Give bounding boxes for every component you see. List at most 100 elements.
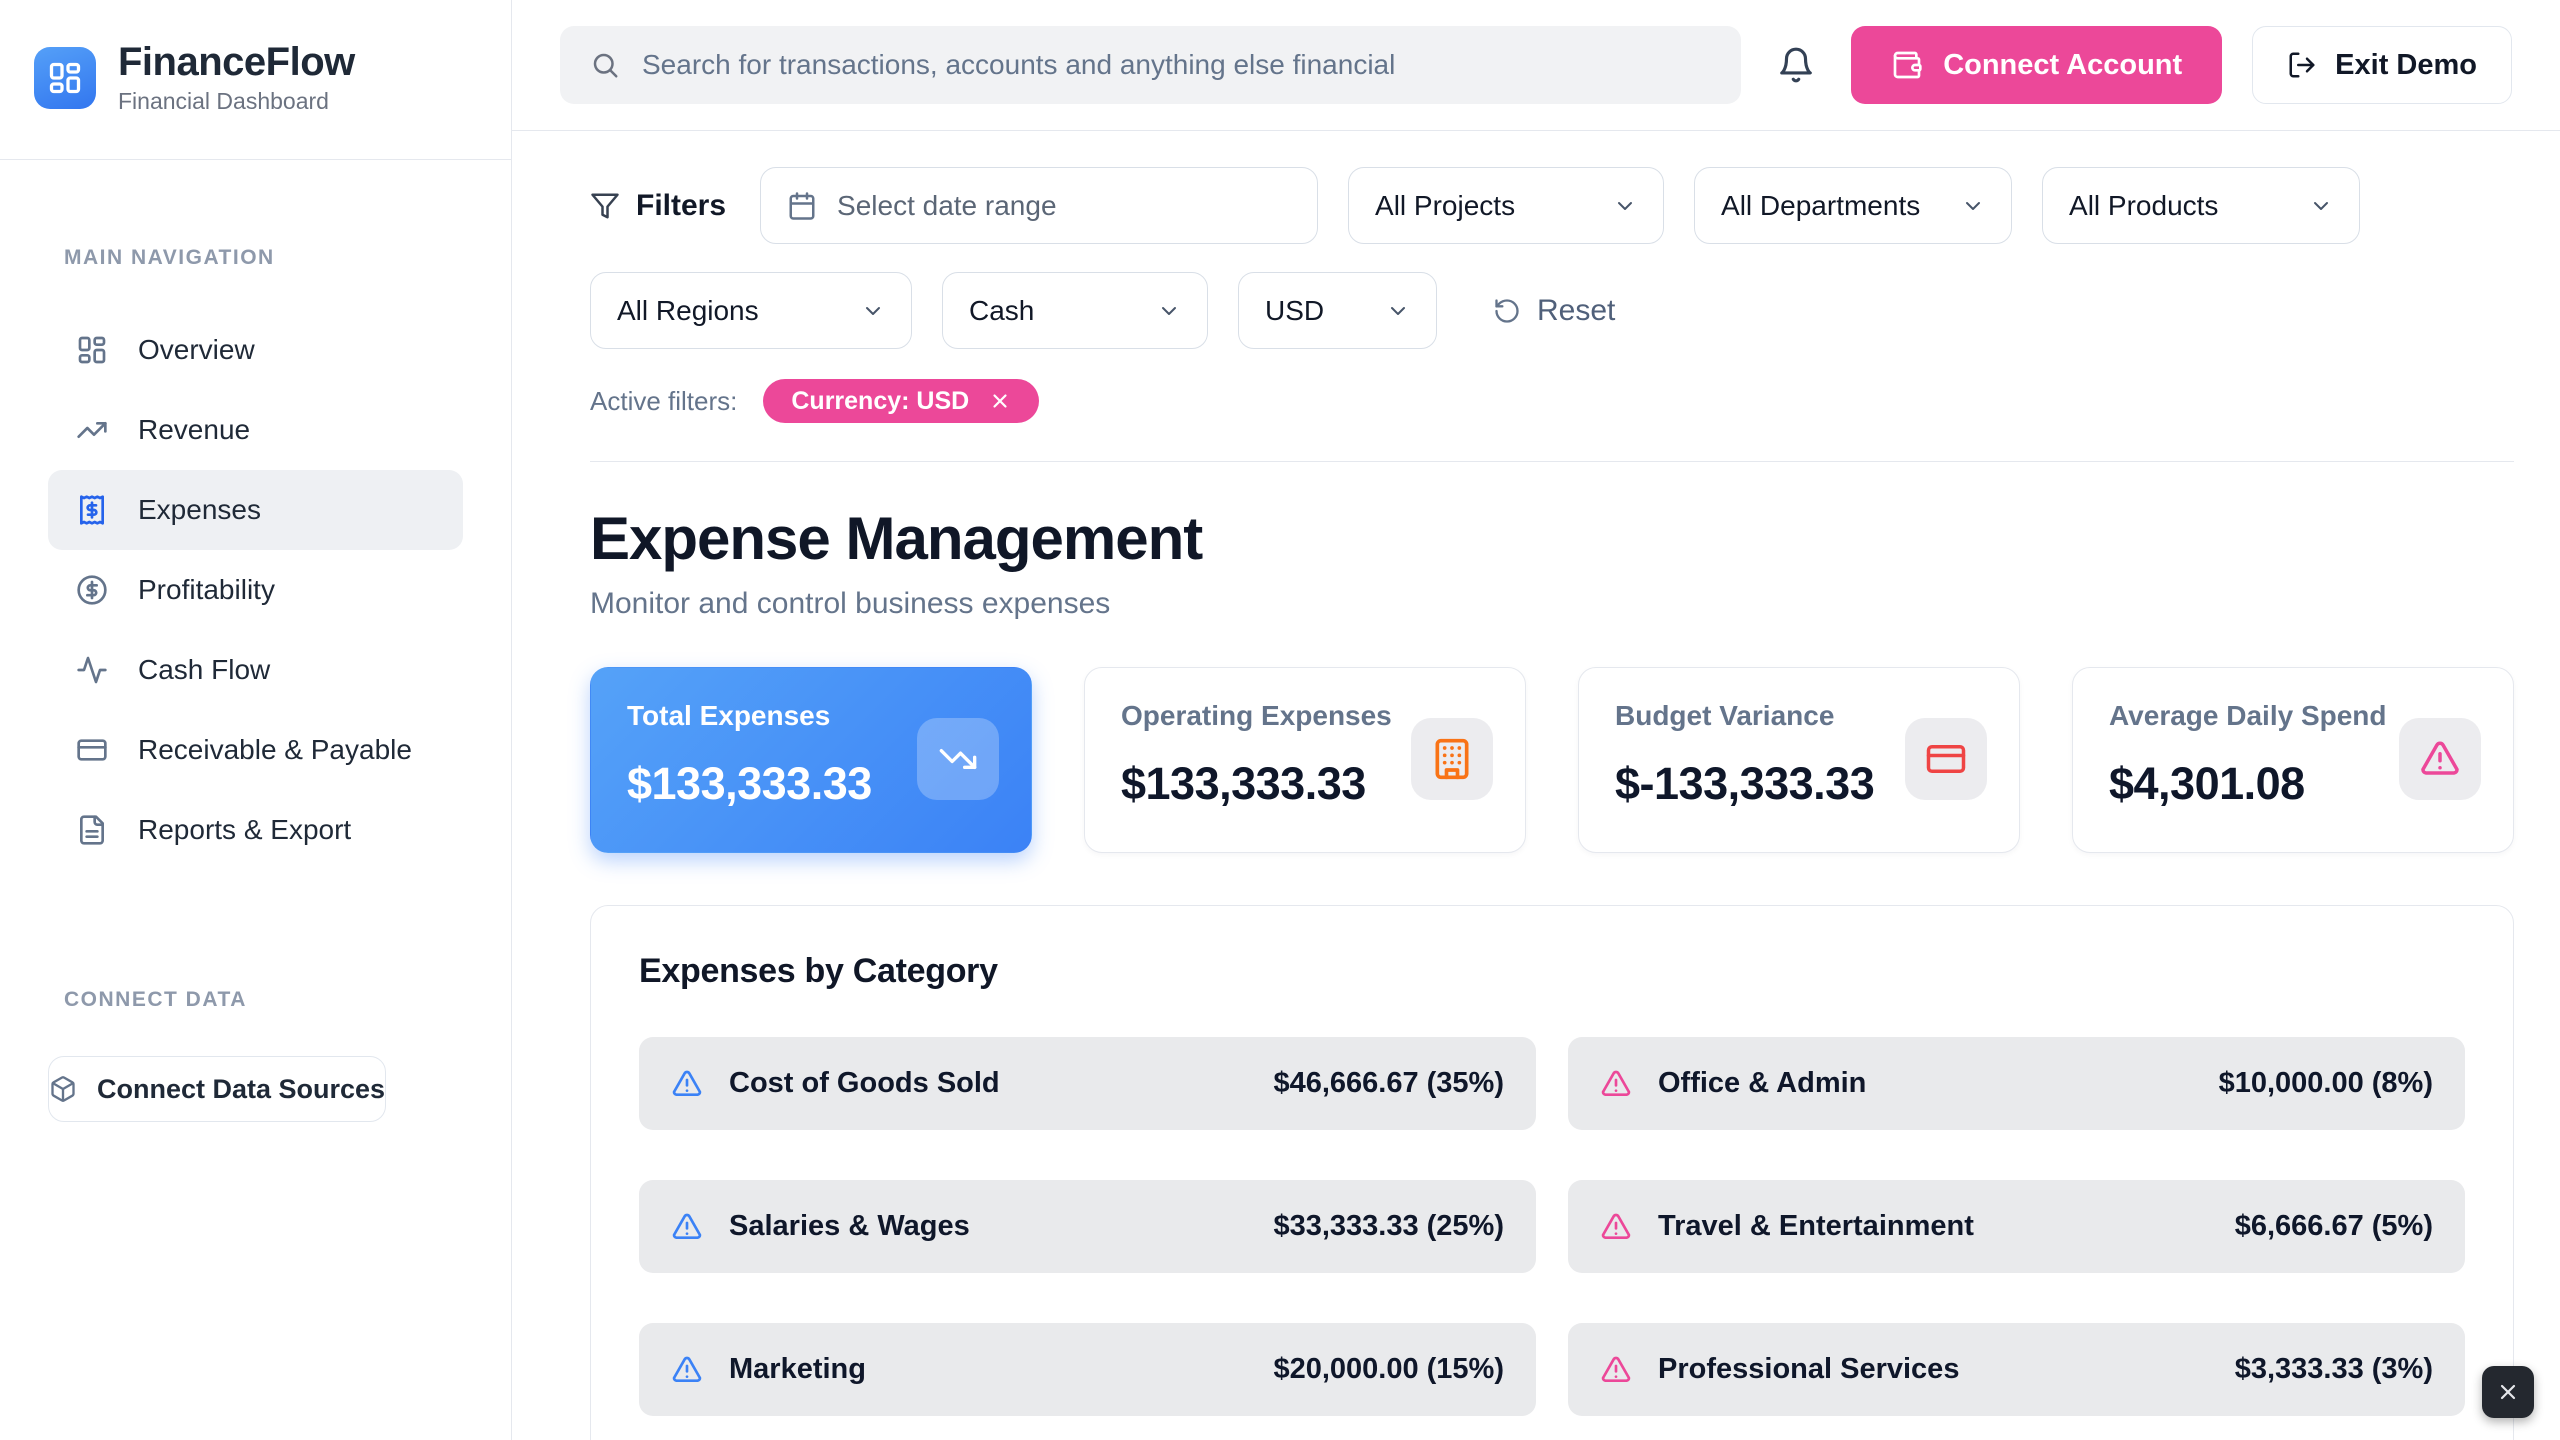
currency-select[interactable]: USD (1238, 272, 1437, 349)
main-area: Connect Account Exit Demo Filters (512, 0, 2560, 1440)
sidebar-item-expenses[interactable]: Expenses (48, 470, 463, 550)
sidebar-item-label: Profitability (138, 574, 275, 606)
calendar-icon (787, 191, 817, 221)
category-value: $10,000.00 (8%) (2219, 1067, 2433, 1100)
departments-select-value: All Departments (1721, 190, 1920, 222)
reset-filters-button[interactable]: Reset (1493, 294, 1615, 328)
sidebar-item-receivable-payable[interactable]: Receivable & Payable (48, 710, 463, 790)
sidebar-item-label: Cash Flow (138, 654, 270, 686)
notifications-button[interactable] (1771, 40, 1821, 90)
sidebar-item-profitability[interactable]: Profitability (48, 550, 463, 630)
chevron-down-icon (1157, 299, 1181, 323)
category-label: Marketing (729, 1353, 1247, 1386)
expenses-by-category-section: Expenses by Category Cost of Goods Sold … (590, 905, 2514, 1440)
trending-down-icon (917, 718, 999, 800)
products-select-value: All Products (2069, 190, 2218, 222)
bell-icon (1777, 46, 1815, 84)
stat-cards: Total Expenses $133,333.33 Operating Exp… (590, 667, 2514, 853)
stat-card-operating-expenses[interactable]: Operating Expenses $133,333.33 (1084, 667, 1526, 853)
sidebar-item-reports-export[interactable]: Reports & Export (48, 790, 463, 870)
credit-card-icon (1905, 718, 1987, 800)
sidebar-item-overview[interactable]: Overview (48, 310, 463, 390)
search-input[interactable] (642, 49, 1711, 81)
connect-data-section-label: CONNECT DATA (64, 988, 511, 1012)
dollar-circle-icon (76, 574, 108, 606)
payment-method-select[interactable]: Cash (942, 272, 1208, 349)
category-label: Salaries & Wages (729, 1210, 1247, 1243)
search-icon (590, 50, 620, 80)
document-icon (76, 814, 108, 846)
financeflow-app: FinanceFlow Financial Dashboard MAIN NAV… (0, 0, 2560, 1440)
building-icon (1411, 718, 1493, 800)
credit-card-icon (76, 734, 108, 766)
logout-icon (2287, 50, 2317, 80)
page-heading: Expense Management Monitor and control b… (590, 504, 2514, 621)
sidebar-item-label: Revenue (138, 414, 250, 446)
category-row-marketing[interactable]: Marketing $20,000.00 (15%) (639, 1323, 1536, 1416)
warning-triangle-icon (1600, 1211, 1632, 1243)
category-row-office-admin[interactable]: Office & Admin $10,000.00 (8%) (1568, 1037, 2465, 1130)
active-filter-chip-currency[interactable]: Currency: USD (763, 379, 1039, 423)
receipt-icon (76, 494, 108, 526)
date-range-input[interactable]: Select date range (760, 167, 1318, 244)
sidebar-item-label: Overview (138, 334, 255, 366)
main-navigation: MAIN NAVIGATION Overview Revenue (0, 160, 511, 1440)
chevron-down-icon (1961, 194, 1985, 218)
stat-card-total-expenses[interactable]: Total Expenses $133,333.33 (590, 667, 1032, 853)
page-title: Expense Management (590, 504, 2514, 573)
filters-title: Filters (590, 189, 726, 223)
stat-card-budget-variance[interactable]: Budget Variance $-133,333.33 (1578, 667, 2020, 853)
category-value: $6,666.67 (5%) (2235, 1210, 2433, 1243)
warning-triangle-icon (671, 1068, 703, 1100)
connect-account-button[interactable]: Connect Account (1851, 26, 2222, 104)
brand-subtitle: Financial Dashboard (118, 88, 355, 115)
category-value: $3,333.33 (3%) (2235, 1353, 2433, 1386)
exit-demo-label: Exit Demo (2335, 49, 2477, 82)
sidebar-item-cash-flow[interactable]: Cash Flow (48, 630, 463, 710)
departments-select[interactable]: All Departments (1694, 167, 2012, 244)
page-subtitle: Monitor and control business expenses (590, 587, 2514, 621)
close-overlay-button[interactable] (2482, 1366, 2534, 1418)
category-row-travel-entertainment[interactable]: Travel & Entertainment $6,666.67 (5%) (1568, 1180, 2465, 1273)
dashboard-grid-icon (76, 334, 108, 366)
rotate-ccw-icon (1493, 297, 1521, 325)
chevron-down-icon (1386, 299, 1410, 323)
expenses-by-category-title: Expenses by Category (639, 952, 2465, 991)
chevron-down-icon (1613, 194, 1637, 218)
warning-triangle-icon (671, 1211, 703, 1243)
funnel-icon (590, 191, 620, 221)
regions-select[interactable]: All Regions (590, 272, 912, 349)
category-value: $46,666.67 (35%) (1273, 1067, 1504, 1100)
chevron-down-icon (861, 299, 885, 323)
products-select[interactable]: All Products (2042, 167, 2360, 244)
sidebar-item-label: Receivable & Payable (138, 734, 412, 766)
global-search[interactable] (560, 26, 1741, 104)
category-row-cost-of-goods-sold[interactable]: Cost of Goods Sold $46,666.67 (35%) (639, 1037, 1536, 1130)
trending-up-icon (76, 414, 108, 446)
active-filters-label: Active filters: (590, 386, 737, 417)
stat-card-average-daily-spend[interactable]: Average Daily Spend $4,301.08 (2072, 667, 2514, 853)
activity-icon (76, 654, 108, 686)
category-value: $33,333.33 (25%) (1273, 1210, 1504, 1243)
currency-select-value: USD (1265, 295, 1324, 327)
exit-demo-button[interactable]: Exit Demo (2252, 26, 2512, 104)
date-range-placeholder: Select date range (837, 190, 1057, 222)
filters-section: Filters Select date range All Projects (590, 167, 2514, 462)
category-label: Travel & Entertainment (1658, 1210, 2209, 1243)
dashboard-grid-icon (34, 47, 96, 109)
nav-section-label: MAIN NAVIGATION (64, 246, 511, 270)
projects-select[interactable]: All Projects (1348, 167, 1664, 244)
regions-select-value: All Regions (617, 295, 759, 327)
warning-triangle-icon (2399, 718, 2481, 800)
close-icon[interactable] (989, 390, 1011, 412)
category-row-salaries-wages[interactable]: Salaries & Wages $33,333.33 (25%) (639, 1180, 1536, 1273)
sidebar-item-revenue[interactable]: Revenue (48, 390, 463, 470)
close-icon (2496, 1380, 2520, 1404)
reset-label: Reset (1537, 294, 1615, 328)
connect-data-sources-button[interactable]: Connect Data Sources (48, 1056, 386, 1122)
category-list: Cost of Goods Sold $46,666.67 (35%) Offi… (639, 1037, 2465, 1416)
category-row-professional-services[interactable]: Professional Services $3,333.33 (3%) (1568, 1323, 2465, 1416)
active-filters-row: Active filters: Currency: USD (590, 379, 2514, 423)
top-bar: Connect Account Exit Demo (512, 0, 2560, 131)
brand-name: FinanceFlow (118, 40, 355, 84)
